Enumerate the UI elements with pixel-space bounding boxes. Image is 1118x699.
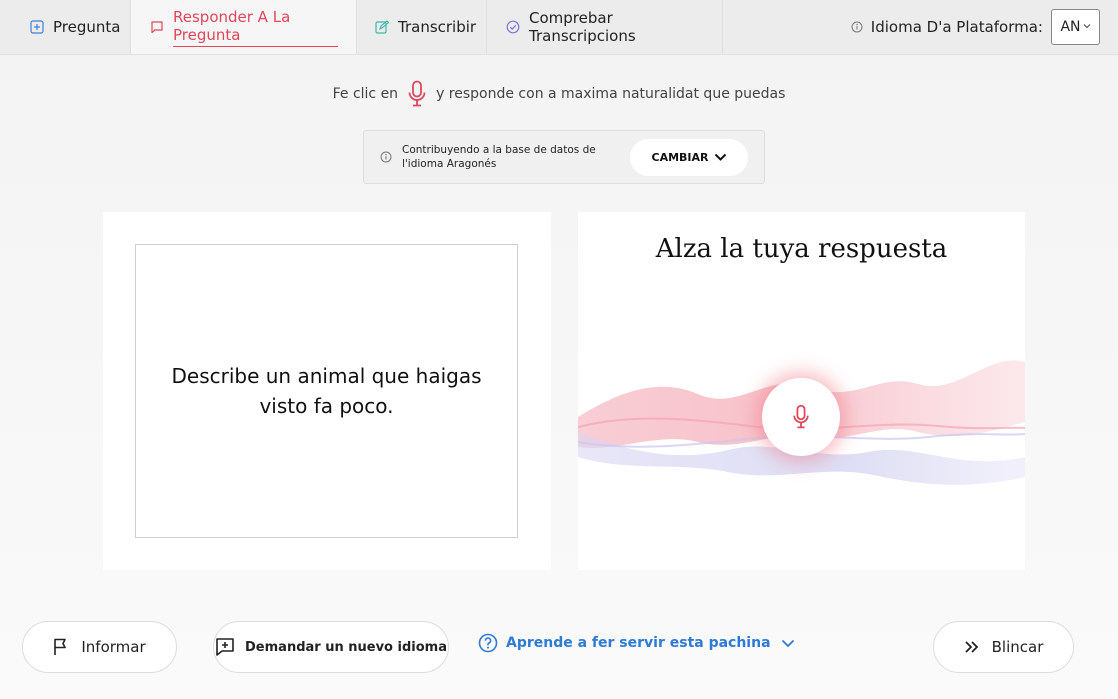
speech-bubble-icon <box>150 20 164 34</box>
tab-ask-label: Pregunta <box>53 18 121 36</box>
prompt-card: Describe un animal que haigas visto fa p… <box>103 212 551 570</box>
record-button[interactable] <box>762 378 840 456</box>
change-language-button[interactable]: CAMBIAR <box>630 138 748 176</box>
tab-check-label: Comprebar Transcripcions <box>529 9 636 45</box>
change-language-label: CAMBIAR <box>651 150 709 164</box>
chevron-down-icon <box>781 639 795 648</box>
record-card: Alza la tuya respuesta <box>578 212 1025 570</box>
info-icon <box>851 21 863 33</box>
flag-icon <box>54 638 67 655</box>
tab-ask[interactable]: Pregunta <box>0 0 131 54</box>
question-circle-icon <box>478 633 498 653</box>
tab-transcribe[interactable]: Transcribir <box>357 0 487 54</box>
help-label: Aprende a fer servir esta pachina <box>506 635 771 651</box>
platform-language-select[interactable]: AN <box>1051 9 1100 45</box>
skip-label: Blincar <box>991 638 1044 656</box>
platform-language-text: Idioma D'a Plataforma: <box>870 18 1043 36</box>
tab-check-transcriptions[interactable]: Comprebar Transcripcions <box>487 0 723 54</box>
plus-square-icon <box>30 20 44 34</box>
info-icon <box>380 151 392 163</box>
platform-language-value: AN <box>1060 19 1081 35</box>
tab-answer[interactable]: Responder A La Pregunta <box>131 0 357 54</box>
platform-language-label: Idioma D'a Plataforma: <box>851 18 1043 36</box>
instruction: Fe clic en y responde con a maxima natur… <box>0 80 1118 108</box>
microphone-icon <box>793 404 809 429</box>
new-language-label: Demandar un nuevo idioma <box>245 639 447 655</box>
report-label: Informar <box>81 638 146 656</box>
chevron-down-icon <box>714 153 726 161</box>
tab-transcribe-label: Transcribir <box>398 18 477 36</box>
microphone-icon <box>407 80 427 108</box>
instruction-before: Fe clic en <box>332 86 399 102</box>
add-comment-icon <box>216 638 234 656</box>
edit-icon <box>375 20 389 34</box>
contribution-banner: Contribuyendo a la base de datos de l'id… <box>363 130 765 184</box>
report-button[interactable]: Informar <box>22 621 177 673</box>
instruction-after: y responde con a maxima naturalidat que … <box>436 86 786 102</box>
record-title: Alza la tuya respuesta <box>655 234 948 264</box>
check-circle-icon <box>506 20 520 34</box>
prompt-box: Describe un animal que haigas visto fa p… <box>135 244 518 538</box>
nav-right: Idioma D'a Plataforma: AN <box>723 0 1118 54</box>
chevron-down-icon <box>1083 22 1091 31</box>
prompt-text: Describe un animal que haigas visto fa p… <box>171 364 482 418</box>
contribution-text: Contribuyendo a la base de datos de l'id… <box>402 144 596 170</box>
double-chevron-right-icon <box>964 641 978 653</box>
top-nav: Pregunta Responder A La Pregunta Transcr… <box>0 0 1118 55</box>
tab-answer-label: Responder A La Pregunta <box>173 8 338 47</box>
help-link[interactable]: Aprende a fer servir esta pachina <box>478 632 795 654</box>
skip-button[interactable]: Blincar <box>933 621 1074 673</box>
request-new-language-button[interactable]: Demandar un nuevo idioma <box>213 621 449 673</box>
